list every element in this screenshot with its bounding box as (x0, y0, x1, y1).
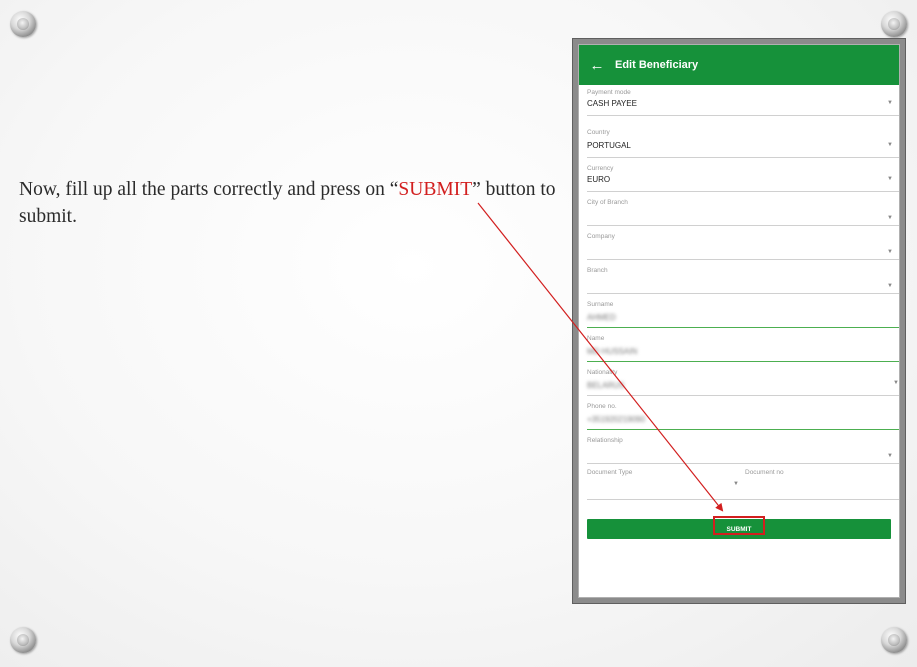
field-value: CASH PAYEE (587, 99, 637, 108)
document-no-input[interactable]: Document no (745, 463, 895, 499)
field-value: PORTUGAL (587, 141, 631, 150)
field-label: Phone no. (587, 403, 617, 410)
country-select[interactable]: Country PORTUGAL ▼ (587, 123, 899, 158)
phone-screen: ← Edit Beneficiary Payment mode CASH PAY… (578, 44, 900, 598)
dropdown-caret-icon: ▼ (887, 100, 893, 106)
instruction-text: Now, fill up all the parts correctly and… (19, 176, 559, 230)
rivet-bottom-right (881, 627, 907, 653)
currency-select[interactable]: Currency EURO ▼ (587, 161, 899, 192)
field-label: Company (587, 233, 615, 240)
field-label: Country (587, 129, 610, 136)
surname-input[interactable]: Surname AHMED (587, 297, 899, 328)
submit-highlight-box (713, 516, 765, 535)
dropdown-caret-icon: ▼ (887, 142, 893, 148)
branch-select[interactable]: Branch ▼ (587, 263, 899, 294)
dropdown-caret-icon: ▼ (887, 215, 893, 221)
document-row: Document Type ▼ Document no (587, 463, 899, 500)
document-type-select[interactable]: Document Type ▼ (587, 463, 739, 499)
dropdown-caret-icon: ▼ (893, 380, 899, 386)
field-value: MD HUSSAIN (587, 347, 638, 356)
field-label: Currency (587, 165, 614, 172)
document-type-label: Document Type (587, 469, 633, 476)
field-label: Nationality (587, 369, 618, 376)
rivet-top-left (10, 11, 36, 37)
city-of-branch-select[interactable]: City of Branch ▼ (587, 195, 899, 226)
instruction-highlight: SUBMIT (398, 179, 473, 200)
field-value: +351920219090 (587, 415, 646, 424)
field-label: Payment mode (587, 89, 631, 96)
company-select[interactable]: Company ▼ (587, 229, 899, 260)
rivet-top-right (881, 11, 907, 37)
document-no-label: Document no (745, 469, 784, 476)
field-label: Name (587, 335, 605, 342)
rivet-bottom-left (10, 627, 36, 653)
app-bar: ← Edit Beneficiary (579, 45, 899, 85)
phone-input[interactable]: Phone no. +351920219090 (587, 399, 899, 430)
dropdown-caret-icon: ▼ (887, 249, 893, 255)
instruction-before: Now, fill up all the parts correctly and… (19, 179, 399, 200)
app-bar-title: Edit Beneficiary (615, 59, 699, 71)
dropdown-caret-icon: ▼ (887, 453, 893, 459)
dropdown-caret-icon: ▼ (733, 481, 739, 487)
back-arrow-icon[interactable]: ← (579, 57, 615, 74)
nationality-select[interactable]: Nationality BELARUS ▼ (587, 365, 899, 396)
field-value: BELARUS (587, 381, 625, 390)
field-label: Surname (587, 301, 614, 308)
field-value: AHMED (587, 313, 616, 322)
dropdown-caret-icon: ▼ (887, 176, 893, 182)
field-value: EURO (587, 175, 611, 184)
field-label: Relationship (587, 437, 623, 444)
name-input[interactable]: Name MD HUSSAIN (587, 331, 899, 362)
relationship-select[interactable]: Relationship ▼ (587, 433, 899, 464)
dropdown-caret-icon: ▼ (887, 283, 893, 289)
field-label: Branch (587, 267, 608, 274)
payment-mode-select[interactable]: Payment mode CASH PAYEE ▼ (587, 85, 899, 116)
field-label: City of Branch (587, 199, 628, 206)
